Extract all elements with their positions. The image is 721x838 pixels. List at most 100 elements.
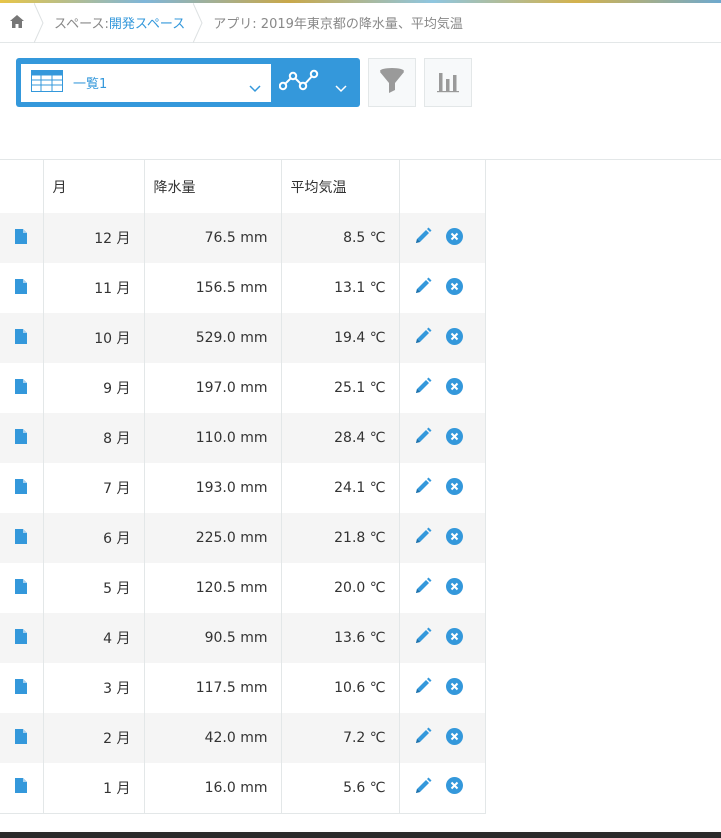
- table-header-row: 月 降水量 平均気温: [0, 160, 486, 213]
- pencil-icon: [414, 727, 432, 749]
- cell-temperature: 13.6 ℃: [281, 613, 400, 663]
- record-detail-link[interactable]: [0, 263, 44, 313]
- cell-temperature: 20.0 ℃: [281, 563, 400, 613]
- record-detail-link[interactable]: [0, 663, 44, 713]
- edit-button[interactable]: [414, 627, 432, 649]
- line-graph-icon: [278, 68, 319, 98]
- cell-actions: [399, 463, 486, 513]
- bottom-bar: [0, 832, 721, 838]
- header-temperature[interactable]: 平均気温: [281, 160, 400, 213]
- record-detail-link[interactable]: [0, 613, 44, 663]
- cell-rainfall: 110.0 mm: [144, 413, 282, 463]
- document-icon: [15, 428, 28, 448]
- edit-button[interactable]: [414, 227, 432, 249]
- document-icon: [15, 728, 28, 748]
- table-row: 10 月 529.0 mm 19.4 ℃: [0, 313, 486, 363]
- document-icon: [15, 678, 28, 698]
- delete-button[interactable]: [445, 777, 463, 798]
- record-detail-link[interactable]: [0, 413, 44, 463]
- delete-button[interactable]: [445, 577, 463, 599]
- cell-rainfall: 42.0 mm: [144, 713, 282, 763]
- cell-month: 11 月: [43, 263, 145, 313]
- graph-dropdown[interactable]: [271, 64, 355, 102]
- close-circle-icon: [445, 477, 463, 499]
- record-detail-link[interactable]: [0, 363, 44, 413]
- cell-rainfall: 117.5 mm: [144, 663, 282, 713]
- delete-button[interactable]: [445, 327, 463, 349]
- cell-rainfall: 529.0 mm: [144, 313, 282, 363]
- edit-button[interactable]: [414, 577, 432, 599]
- delete-button[interactable]: [445, 727, 463, 749]
- cell-month: 2 月: [43, 713, 145, 763]
- view-dropdown[interactable]: 一覧1: [21, 63, 271, 102]
- record-detail-link[interactable]: [0, 763, 44, 814]
- table-row: 3 月 117.5 mm 10.6 ℃: [0, 663, 486, 713]
- edit-button[interactable]: [414, 677, 432, 699]
- close-circle-icon: [445, 327, 463, 349]
- pencil-icon: [414, 227, 432, 249]
- records-table: 月 降水量 平均気温 12 月 76.5 mm 8.5 ℃ 11 月 156.5 mm 1…: [0, 160, 486, 814]
- delete-button[interactable]: [445, 227, 463, 249]
- home-link[interactable]: [0, 3, 34, 42]
- delete-button[interactable]: [445, 677, 463, 699]
- cell-actions: [399, 763, 486, 814]
- edit-button[interactable]: [414, 777, 432, 799]
- edit-button[interactable]: [414, 277, 432, 299]
- record-detail-link[interactable]: [0, 713, 44, 763]
- pencil-icon: [414, 327, 432, 349]
- record-detail-link[interactable]: [0, 313, 44, 363]
- breadcrumb-space-link[interactable]: 開発スペース: [109, 13, 185, 32]
- cell-month: 12 月: [43, 213, 145, 263]
- table-view-icon: [31, 69, 63, 96]
- pencil-icon: [414, 777, 432, 799]
- pencil-icon: [414, 527, 432, 549]
- table-row: 11 月 156.5 mm 13.1 ℃: [0, 263, 486, 313]
- table-row: 1 月 16.0 mm 5.6 ℃: [0, 763, 486, 814]
- breadcrumb-app: アプリ: 2019年東京都の降水量、平均気温: [203, 3, 471, 42]
- view-name: 一覧1: [73, 77, 108, 92]
- cell-month: 6 月: [43, 513, 145, 563]
- record-detail-link[interactable]: [0, 213, 44, 263]
- close-circle-icon: [445, 627, 463, 649]
- chart-button[interactable]: [424, 58, 472, 107]
- record-detail-link[interactable]: [0, 463, 44, 513]
- edit-button[interactable]: [414, 727, 432, 749]
- edit-button[interactable]: [414, 327, 432, 349]
- edit-button[interactable]: [414, 527, 432, 549]
- edit-button[interactable]: [414, 427, 432, 449]
- header-rainfall[interactable]: 降水量: [144, 160, 282, 213]
- close-circle-icon: [445, 527, 463, 549]
- cell-temperature: 13.1 ℃: [281, 263, 400, 313]
- cell-month: 5 月: [43, 563, 145, 613]
- delete-button[interactable]: [445, 277, 463, 299]
- table-row: 12 月 76.5 mm 8.5 ℃: [0, 213, 486, 263]
- cell-rainfall: 120.5 mm: [144, 563, 282, 613]
- header-month[interactable]: 月: [43, 160, 145, 213]
- cell-month: 9 月: [43, 363, 145, 413]
- cell-rainfall: 76.5 mm: [144, 213, 282, 263]
- edit-button[interactable]: [414, 477, 432, 499]
- delete-button[interactable]: [445, 627, 463, 649]
- close-circle-icon: [445, 377, 463, 399]
- delete-button[interactable]: [445, 377, 463, 399]
- table-row: 9 月 197.0 mm 25.1 ℃: [0, 363, 486, 413]
- filter-button[interactable]: [368, 58, 416, 107]
- close-circle-icon: [445, 227, 463, 249]
- record-detail-link[interactable]: [0, 513, 44, 563]
- cell-temperature: 24.1 ℃: [281, 463, 400, 513]
- close-circle-icon: [445, 577, 463, 599]
- edit-button[interactable]: [414, 377, 432, 399]
- cell-temperature: 8.5 ℃: [281, 213, 400, 263]
- table-row: 5 月 120.5 mm 20.0 ℃: [0, 563, 486, 613]
- delete-button[interactable]: [445, 527, 463, 549]
- cell-month: 1 月: [43, 763, 145, 814]
- document-icon: [15, 328, 28, 348]
- breadcrumb-separator: [193, 3, 203, 43]
- record-detail-link[interactable]: [0, 563, 44, 613]
- close-circle-icon: [445, 777, 463, 798]
- cell-rainfall: 197.0 mm: [144, 363, 282, 413]
- header-icon-column: [0, 160, 44, 213]
- delete-button[interactable]: [445, 477, 463, 499]
- pencil-icon: [414, 277, 432, 299]
- delete-button[interactable]: [445, 427, 463, 449]
